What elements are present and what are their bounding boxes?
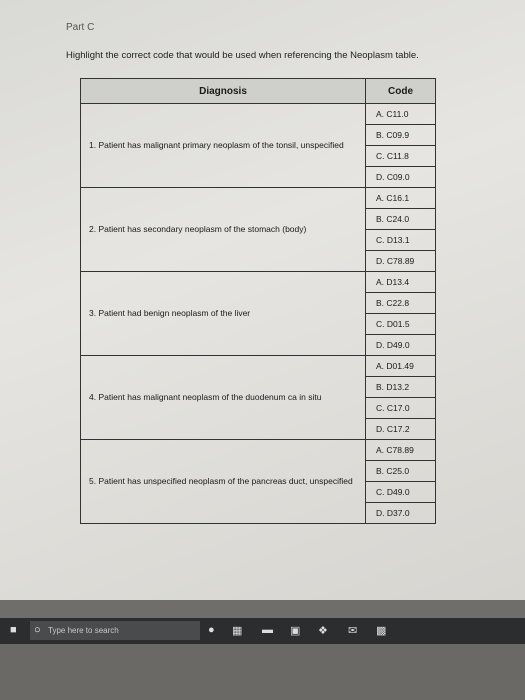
code-option[interactable]: B. C25.0	[365, 460, 436, 482]
instruction-text: Highlight the correct code that would be…	[66, 50, 419, 61]
code-option[interactable]: C. C17.0	[365, 397, 436, 419]
code-option[interactable]: D. D49.0	[365, 334, 436, 356]
table-row: 4. Patient has malignant neoplasm of the…	[80, 355, 436, 440]
code-option[interactable]: B. C24.0	[365, 208, 436, 230]
diagnosis-cell: 1. Patient has malignant primary neoplas…	[80, 103, 366, 188]
code-option[interactable]: C. D01.5	[365, 313, 436, 335]
diagnosis-cell: 5. Patient has unspecified neoplasm of t…	[80, 439, 366, 524]
app-icon-2[interactable]: ▩	[376, 624, 386, 637]
task-view-icon[interactable]: ▦	[232, 624, 242, 637]
code-option[interactable]: A. D01.49	[365, 355, 436, 377]
code-option[interactable]: C. D13.1	[365, 229, 436, 251]
code-option[interactable]: B. C22.8	[365, 292, 436, 314]
desk-surface	[0, 644, 525, 700]
table-row: 2. Patient has secondary neoplasm of the…	[80, 187, 436, 272]
part-label: Part C	[66, 22, 95, 33]
code-option[interactable]: B. D13.2	[365, 376, 436, 398]
code-option[interactable]: D. C78.89	[365, 250, 436, 272]
table-row: 5. Patient has unspecified neoplasm of t…	[80, 439, 436, 524]
mail-icon[interactable]: ✉	[348, 624, 357, 637]
code-option[interactable]: A. C16.1	[365, 187, 436, 209]
taskbar: ■ Type here to search ○ ● ▦ ▬ ▣ ❖ ✉ ▩	[0, 618, 525, 644]
code-option[interactable]: D. C09.0	[365, 166, 436, 188]
windows-start-icon[interactable]: ■	[10, 624, 17, 636]
diagnosis-cell: 2. Patient has secondary neoplasm of the…	[80, 187, 366, 272]
diagnosis-cell: 4. Patient has malignant neoplasm of the…	[80, 355, 366, 440]
table-row: 1. Patient has malignant primary neoplas…	[80, 103, 436, 188]
code-header: Code	[365, 78, 436, 104]
neoplasm-code-table: Diagnosis Code 1. Patient has malignant …	[80, 78, 436, 524]
code-option[interactable]: D. D37.0	[365, 502, 436, 524]
table-header-row: Diagnosis Code	[80, 78, 436, 104]
code-option[interactable]: A. D13.4	[365, 271, 436, 293]
taskbar-search-input[interactable]: Type here to search	[30, 621, 200, 640]
table-row: 3. Patient had benign neoplasm of the li…	[80, 271, 436, 356]
code-option[interactable]: B. C09.9	[365, 124, 436, 146]
code-option[interactable]: A. C11.0	[365, 103, 436, 125]
search-circle-icon: ○	[34, 624, 41, 636]
code-option[interactable]: C. D49.0	[365, 481, 436, 503]
microphone-icon[interactable]: ●	[208, 624, 215, 636]
diagnosis-cell: 3. Patient had benign neoplasm of the li…	[80, 271, 366, 356]
code-option[interactable]: D. C17.2	[365, 418, 436, 440]
code-option[interactable]: A. C78.89	[365, 439, 436, 461]
document-screen: Part C Highlight the correct code that w…	[0, 0, 525, 600]
app-icon[interactable]: ▬	[262, 624, 273, 636]
diagnosis-header: Diagnosis	[80, 78, 366, 104]
store-icon[interactable]: ▣	[290, 624, 300, 637]
dropbox-icon[interactable]: ❖	[318, 624, 328, 637]
code-option[interactable]: C. C11.8	[365, 145, 436, 167]
